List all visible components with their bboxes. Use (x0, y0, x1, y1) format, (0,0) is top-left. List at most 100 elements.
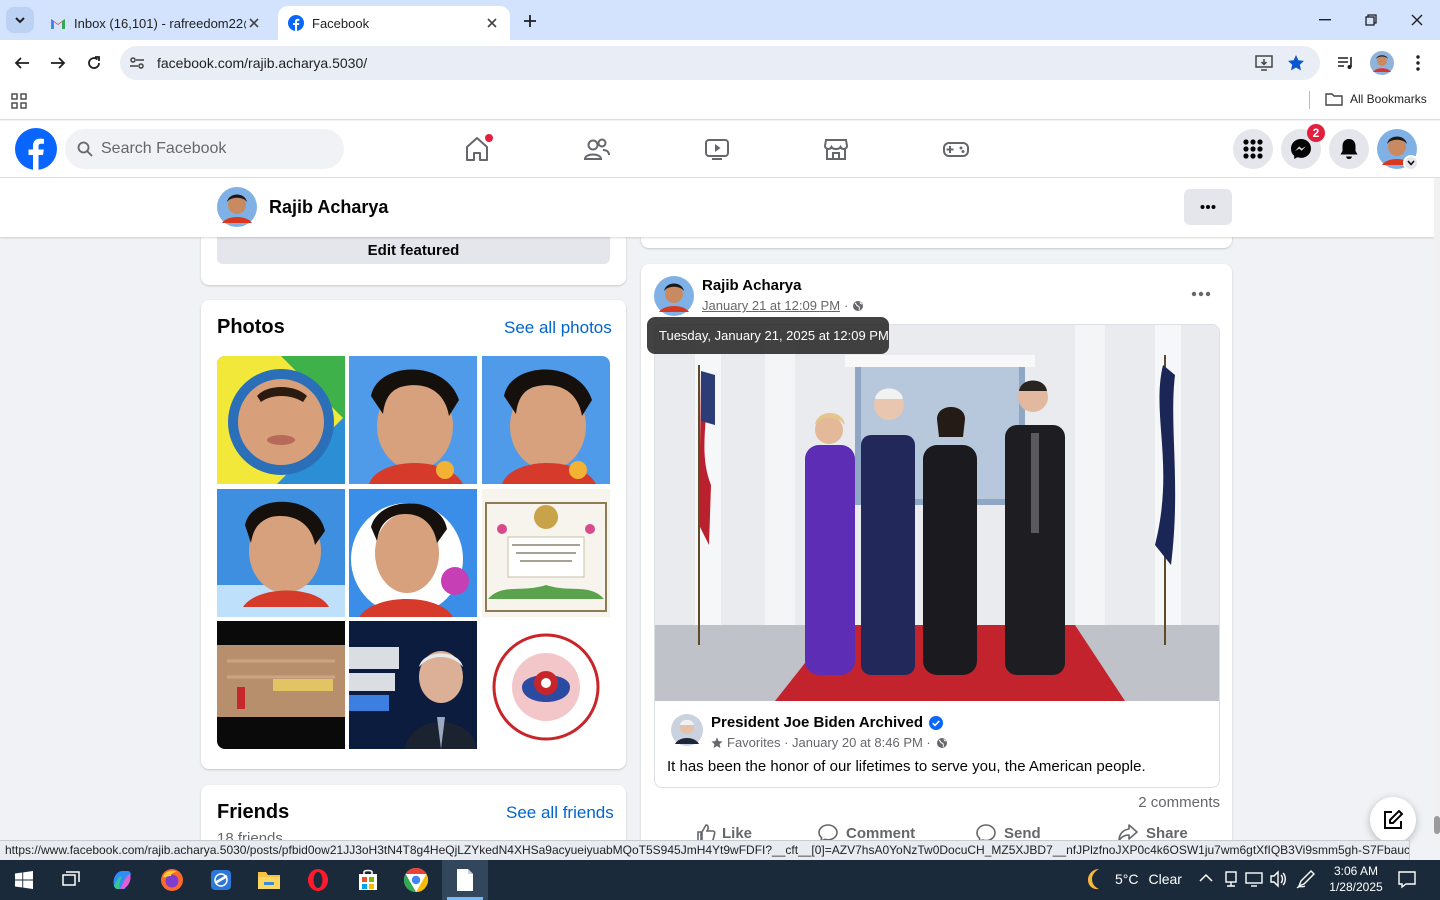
all-bookmarks-button[interactable]: All Bookmarks (1325, 92, 1427, 106)
maximize-button[interactable] (1348, 0, 1394, 40)
profile-avatar[interactable] (217, 187, 257, 227)
volume-icon[interactable] (1269, 870, 1287, 888)
bookmark-star-icon[interactable] (1287, 54, 1305, 72)
start-button[interactable] (8, 865, 40, 895)
moon-icon (1088, 869, 1099, 890)
pen-icon[interactable] (1296, 869, 1316, 889)
chevron-down-icon (15, 17, 25, 24)
messenger-icon (1291, 139, 1311, 159)
close-tab-icon[interactable] (246, 15, 262, 31)
tab-title: Facebook (312, 15, 370, 31)
chrome-taskbar-icon[interactable] (400, 865, 432, 895)
profile-more-button[interactable] (1184, 189, 1232, 225)
firefox-taskbar-icon[interactable] (156, 865, 188, 895)
notepad-taskbar-icon[interactable] (449, 865, 481, 895)
see-all-photos-link[interactable]: See all photos (504, 318, 612, 338)
more-horizontal-icon (1191, 291, 1211, 297)
bookmarks-bar (0, 86, 1440, 120)
install-app-icon[interactable] (1255, 54, 1273, 72)
opera-taskbar-icon[interactable] (302, 865, 334, 895)
copilot-taskbar-icon[interactable] (106, 865, 138, 895)
see-all-friends-link[interactable]: See all friends (506, 803, 614, 823)
shared-post-time[interactable]: Favorites · January 20 at 8:46 PM · (727, 735, 931, 750)
task-view-button[interactable] (56, 865, 88, 895)
tab-search-button[interactable] (6, 7, 34, 33)
share-label: Share (1146, 824, 1188, 842)
profile-name[interactable]: Rajib Acharya (269, 197, 388, 218)
site-settings-icon[interactable] (129, 55, 145, 71)
reload-button[interactable] (80, 49, 108, 77)
shared-author: President Joe Biden Archived (711, 714, 944, 731)
photo-thumbnail[interactable] (482, 356, 610, 484)
nav-marketplace[interactable] (816, 130, 856, 168)
photo-thumbnail[interactable] (217, 621, 345, 749)
weather-desc: Clear (1148, 871, 1182, 887)
file-explorer-taskbar-icon[interactable] (253, 865, 285, 895)
weather-widget[interactable]: 5°C Clear (1083, 867, 1182, 891)
favorite-star-icon (711, 737, 723, 748)
messenger-badge: 2 (1307, 124, 1325, 142)
browser-profile-avatar[interactable] (1370, 51, 1394, 75)
home-notification-dot (485, 134, 493, 142)
media-controls-icon[interactable] (1337, 54, 1355, 72)
scrollbar-track[interactable] (1434, 178, 1440, 840)
nav-gaming[interactable] (936, 130, 976, 168)
post-options-button[interactable] (1190, 286, 1212, 302)
comments-count[interactable]: 2 comments (1138, 794, 1220, 811)
task-view-icon (62, 871, 80, 886)
clock[interactable]: 3:06 AM 1/28/2025 (1325, 863, 1387, 895)
bookmarks-divider (1309, 91, 1310, 109)
marketplace-icon (823, 139, 849, 160)
show-hidden-icons-button[interactable] (1199, 873, 1213, 883)
close-tab-icon[interactable] (484, 15, 500, 31)
shared-post-photo[interactable] (655, 325, 1220, 701)
notifications-button[interactable] (1329, 129, 1369, 169)
network-icon[interactable] (1222, 870, 1240, 888)
tab-gmail[interactable]: Inbox (16,101) - rafreedom22@ (40, 6, 272, 40)
new-message-button[interactable] (1370, 797, 1416, 843)
nav-video[interactable] (697, 130, 737, 168)
post-meta: January 21 at 12:09 PM · (702, 298, 864, 313)
photo-thumbnail[interactable] (482, 621, 610, 749)
account-chevron-icon[interactable] (1403, 155, 1419, 171)
url-text[interactable]: facebook.com/rajib.acharya.5030/ (157, 55, 367, 71)
post-author-avatar[interactable] (654, 276, 694, 316)
app-taskbar-icon[interactable] (205, 865, 237, 895)
edit-featured-button[interactable]: Edit featured (217, 236, 610, 264)
display-icon[interactable] (1245, 870, 1263, 888)
photo-thumbnail[interactable] (349, 621, 477, 749)
search-icon (77, 141, 93, 157)
shared-author-name[interactable]: President Joe Biden Archived (711, 714, 923, 731)
photo-thumbnail[interactable] (349, 489, 477, 617)
photo-thumbnail[interactable] (482, 489, 610, 617)
clock-time: 3:06 AM (1333, 864, 1379, 878)
post-timestamp-link[interactable]: January 21 at 12:09 PM (702, 298, 840, 313)
photo-thumbnail[interactable] (217, 489, 345, 617)
apps-grid-icon[interactable] (11, 93, 27, 109)
back-button[interactable] (8, 49, 36, 77)
globe-icon (853, 300, 864, 311)
reload-icon (88, 56, 100, 69)
tab-facebook[interactable]: Facebook (278, 6, 510, 40)
verified-badge-icon (929, 715, 944, 730)
new-tab-button[interactable] (518, 10, 542, 32)
facebook-logo[interactable] (15, 128, 57, 170)
facebook-search[interactable] (65, 129, 344, 169)
weather-temp: 5°C (1115, 871, 1139, 887)
notification-center-icon[interactable] (1397, 869, 1417, 889)
minimize-button[interactable] (1302, 0, 1348, 40)
browser-menu-icon[interactable] (1410, 54, 1426, 72)
forward-button[interactable] (44, 49, 72, 77)
scrollbar-thumb[interactable] (1434, 816, 1440, 834)
store-taskbar-icon[interactable] (352, 865, 384, 895)
shared-author-avatar[interactable] (671, 714, 703, 746)
nav-friends[interactable] (577, 130, 617, 168)
plus-icon (524, 15, 536, 27)
photo-thumbnail[interactable] (217, 356, 345, 484)
photo-thumbnail[interactable] (349, 356, 477, 484)
search-input[interactable] (101, 140, 321, 158)
post-author-name[interactable]: Rajib Acharya (702, 277, 802, 294)
close-window-button[interactable] (1394, 0, 1440, 40)
gaming-icon (943, 142, 969, 157)
menu-button[interactable] (1233, 129, 1273, 169)
